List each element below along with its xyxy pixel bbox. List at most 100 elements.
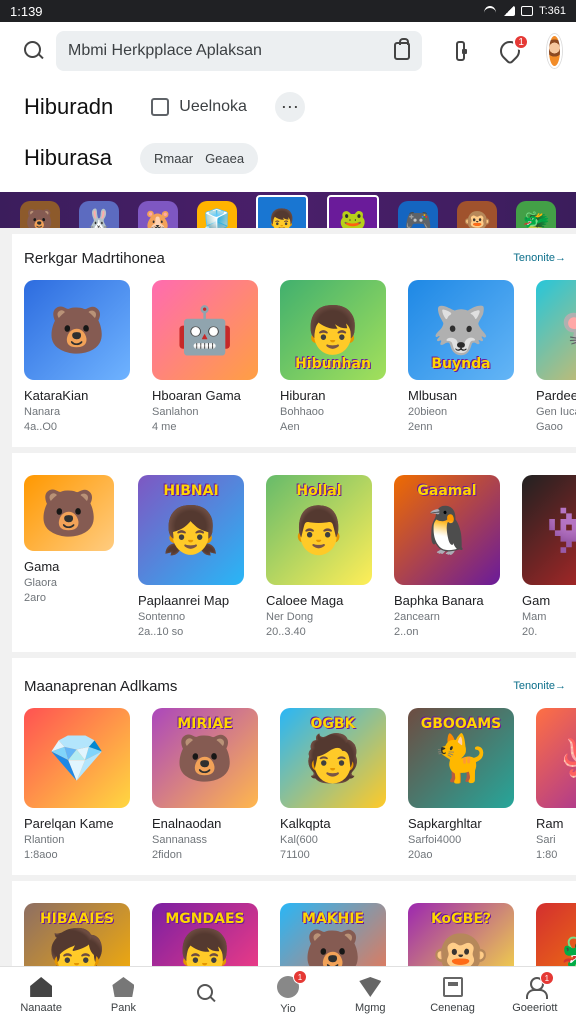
search-icon [195,983,217,1003]
app-card[interactable]: 👦 Hibunhan Hiburan Bohhaoo Aen [280,280,388,433]
app-logo-text: MIRIAE [177,716,233,732]
app-artwork-icon: 🧑 [304,732,362,784]
app-meta: 20. [522,626,538,638]
status-icons: T:361 [483,5,566,17]
app-icon-tile[interactable]: 🐻 [24,280,130,380]
nav-label: Nanaate [20,1002,62,1014]
app-sub: Sannanass [152,834,208,846]
nav-item-circle[interactable]: 1 Yio [253,970,323,1015]
app-name: Ram [536,816,564,831]
checkbox-icon [151,98,170,116]
category-pill[interactable]: Rmaar Geaea [140,142,259,174]
battery-icon [521,6,534,16]
nav-item-person[interactable]: 1 Goeeriott [500,971,570,1014]
app-icon-tile[interactable]: 🤖 [152,280,258,380]
notification-button[interactable]: 1 [495,34,530,66]
app-logo-text: OGBK [310,716,356,732]
app-icon-tile[interactable]: 🐭 [536,280,576,380]
app-icon-tile[interactable]: 🐻 MAKHIE [280,903,386,966]
app-card[interactable]: 👦 MGNDAES [152,903,260,966]
app-section: 🐻 Gama Glaora 2aro 👧 HIBNAI Paplaanrei Map Sont… [12,453,576,652]
app-icon-tile[interactable]: 👨 Hollal [266,475,372,585]
filter-checkbox[interactable]: Ueelnoka [151,98,247,116]
app-logo-text: Hollal [296,483,342,499]
app-icon-tile[interactable]: 👧 HIBNAI [138,475,244,585]
app-card[interactable]: 🐧 Gaamal Baphka Banara 2ancearn 2..on [394,475,502,638]
app-icon-tile[interactable]: 🐵 KoGBE? [408,903,514,966]
app-icon-tile[interactable]: 🧑 OGBK [280,708,386,808]
app-artwork-icon: 🐻 [48,304,106,356]
nav-item-box[interactable]: Cenenag [418,977,488,1014]
app-sub: Nanara [24,406,61,418]
app-logo-text: Buynda [431,356,491,372]
app-card[interactable]: 🧒 HIBAAIES [24,903,132,966]
app-card[interactable]: 🐙 Ram Sari 1:80 [536,708,576,861]
app-logo-text: MGNDAES [165,911,245,927]
app-card-row[interactable]: 🧒HIBAAIES 👦MGNDAES 🐻MAKHIE 🐵KoGBE? 🐲 [24,903,576,966]
nav-badge: 1 [292,970,307,984]
app-icon-tile[interactable]: 👦 Hibunhan [280,280,386,380]
app-name: Pardeem G [536,388,576,403]
app-card[interactable]: 🐵 KoGBE? [408,903,516,966]
app-card-row[interactable]: 💎 Parelqan Kame Rlantion 1:8aoo 🐻 MIRIAE Enaln… [24,708,576,861]
app-artwork-icon: 👦 [304,304,362,356]
app-icon-tile[interactable]: 🧒 HIBAAIES [24,903,130,966]
status-bar: 1:139 T:361 [0,0,576,22]
app-sub: Kal(600 [280,834,318,846]
pill-label-b: Geaea [205,150,245,166]
app-card[interactable]: 🧑 OGBK Kalkqpta Kal(600 71100 [280,708,388,861]
more-options-button[interactable]: ⋯ [274,92,305,122]
app-logo-text: Hibunhan [295,356,371,372]
app-name: Gam [522,593,551,608]
app-card-row[interactable]: 🐻 KataraKian Nanara 4a..O0 🤖 Hboaran Gama Sanl… [24,280,576,433]
app-icon-tile[interactable]: 🐻 [24,475,114,551]
app-icon-tile[interactable]: 🐻 MIRIAE [152,708,258,808]
app-icon-tile[interactable]: 🐈 GBOOAMS [408,708,514,808]
app-icon-tile[interactable]: 👾 [522,475,576,585]
app-card[interactable]: 👾 Gam Mam 20. [522,475,576,638]
app-card[interactable]: 🐻 KataraKian Nanara 4a..O0 [24,280,132,433]
app-card-row[interactable]: 🐻 Gama Glaora 2aro 👧 HIBNAI Paplaanrei Map Sont… [24,475,576,638]
app-icon-tile[interactable]: 🐙 [536,708,576,808]
app-card[interactable]: 🐈 GBOOAMS Sapkarghltar Sarfoi4000 20ao [408,708,516,861]
app-meta: 71100 [280,849,310,861]
app-name: Mlbusan [408,388,458,403]
library-icon[interactable] [456,41,468,61]
see-more-link[interactable]: Tenonite→ [513,252,566,264]
app-artwork-icon: 🐻 [176,732,234,784]
app-icon-tile[interactable]: 🐺 Buynda [408,280,514,380]
nav-item-shield[interactable]: Mgmg [335,977,405,1014]
app-artwork-icon: 💎 [48,732,106,784]
app-card[interactable]: 🐻 Gama Glaora 2aro [24,475,118,638]
app-card[interactable]: 💎 Parelqan Kame Rlantion 1:8aoo [24,708,132,861]
app-artwork-icon: 🐻 [304,927,362,966]
app-card[interactable]: 🐻 MAKHIE [280,903,388,966]
nav-item-home[interactable]: Nanaate [6,977,76,1014]
app-logo-text: KoGBE? [430,911,492,927]
app-card[interactable]: 👨 Hollal Caloee Maga Ner Dong 20..3.40 [266,475,374,638]
search-icon[interactable] [22,39,46,63]
app-icon-tile[interactable]: 👦 MGNDAES [152,903,258,966]
bottom-navigation: Nanaate Pank 1 Yio Mgmg Cenenag 1 Goeeriott [0,966,576,1024]
app-icon-tile[interactable]: 💎 [24,708,130,808]
see-more-link[interactable]: Tenonite→ [513,680,566,692]
avatar[interactable] [547,34,562,68]
app-card[interactable]: 🐭 Pardeem G Gen Iucan Gaoo [536,280,576,433]
app-name: Gama [24,559,60,574]
app-name: Kalkqpta [280,816,331,831]
subheader-row: Hiburasa Rmaar Geaea [0,136,576,180]
app-artwork-icon: 👦 [176,927,234,966]
search-input[interactable]: Mbmi Herkpplace Aplaksan [56,31,422,71]
nav-item-search[interactable] [171,983,241,1008]
app-card[interactable]: 👧 HIBNAI Paplaanrei Map Sontenno 2a..10 so [138,475,246,638]
app-artwork-icon: 🐧 [418,504,476,556]
app-card[interactable]: 🐻 MIRIAE Enalnaodan Sannanass 2fidon [152,708,260,861]
app-icon-tile[interactable]: 🐲 [536,903,576,966]
app-card[interactable]: 🐺 Buynda Mlbusan 20bieon 2enn [408,280,516,433]
bag-icon[interactable] [394,38,410,60]
nav-item-store[interactable]: Pank [88,977,158,1014]
app-card[interactable]: 🐲 [536,903,576,966]
app-sub: Sanlahon [152,406,199,418]
app-card[interactable]: 🤖 Hboaran Gama Sanlahon 4 me [152,280,260,433]
app-icon-tile[interactable]: 🐧 Gaamal [394,475,500,585]
